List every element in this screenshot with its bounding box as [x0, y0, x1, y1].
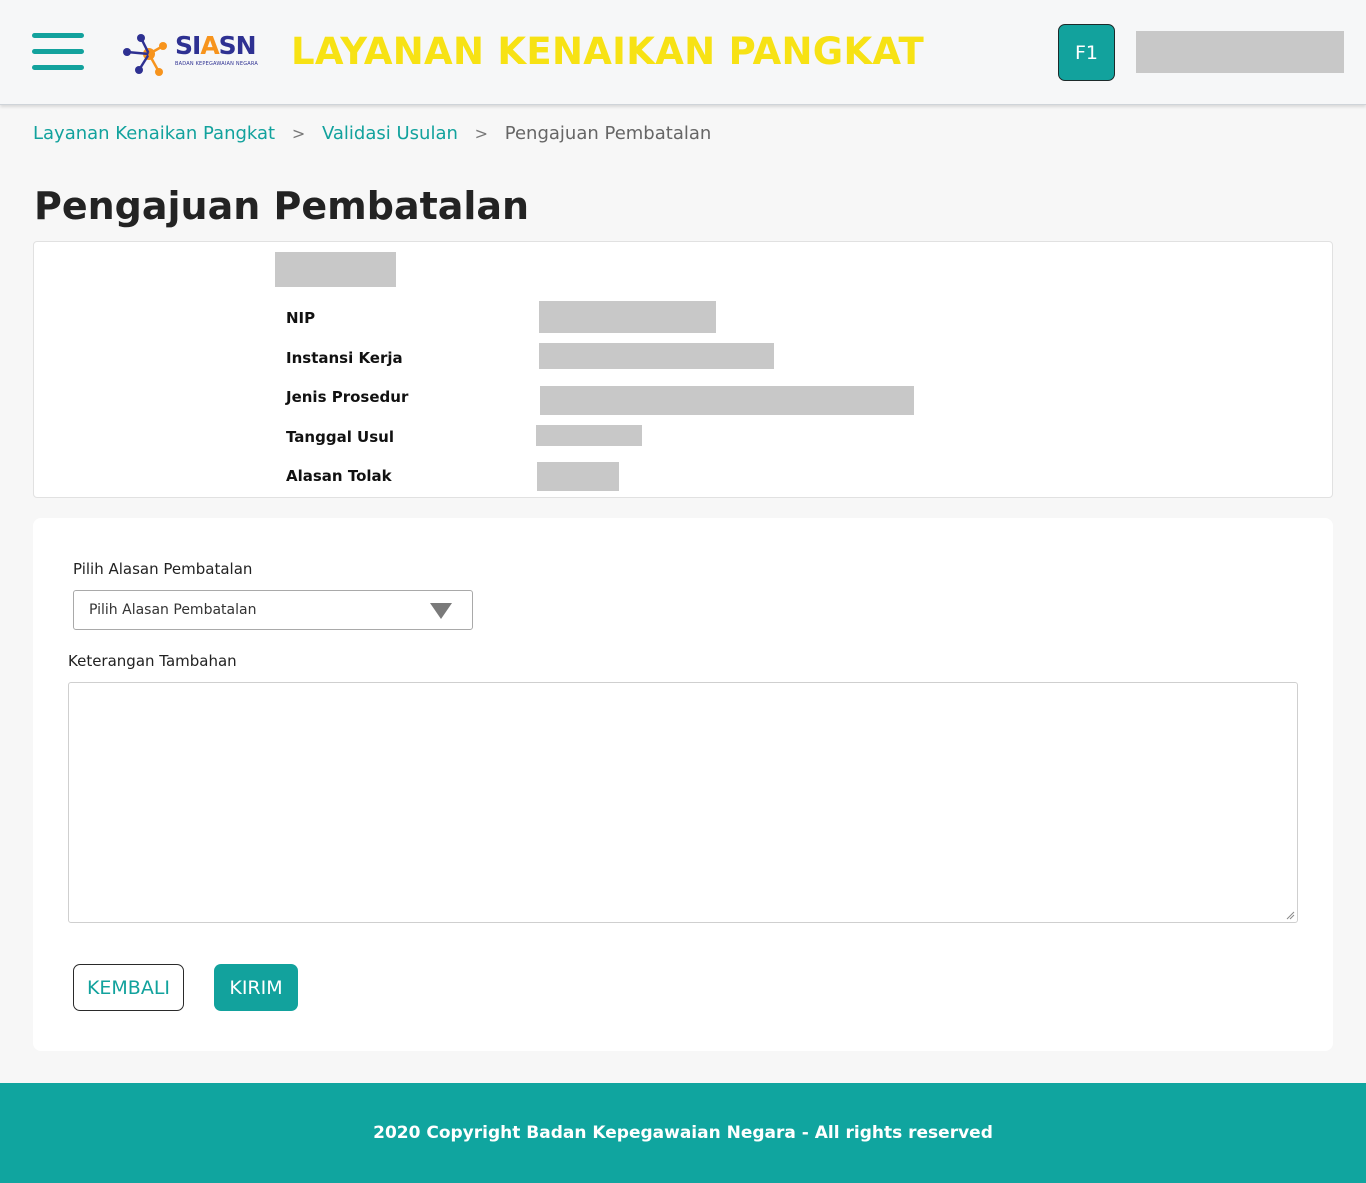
cancellation-form-card: Pilih Alasan Pembatalan Pilih Alasan Pem…: [33, 518, 1333, 1051]
user-avatar[interactable]: F1: [1058, 24, 1115, 81]
notes-label: Keterangan Tambahan: [68, 652, 237, 670]
breadcrumb-item-current: Pengajuan Pembatalan: [504, 123, 712, 144]
logo-subtitle: BADAN KEPEGAWAIAN NEGARA: [175, 61, 258, 67]
label-nip: NIP: [286, 309, 316, 327]
breadcrumb-separator: >: [291, 124, 306, 143]
label-instansi-kerja: Instansi Kerja: [286, 349, 403, 367]
applicant-info-card: NIP Instansi Kerja Jenis Prosedur Tangga…: [33, 241, 1333, 498]
page-title: Pengajuan Pembatalan: [34, 184, 530, 228]
logo-wordmark: SIASN: [175, 31, 257, 60]
send-button[interactable]: KIRIM: [214, 964, 298, 1011]
siasn-logo[interactable]: SIASN BADAN KEPEGAWAIAN NEGARA: [119, 26, 274, 80]
value-alasan-tolak-redacted: [537, 462, 619, 491]
value-tanggal-usul-redacted: [536, 425, 642, 446]
reason-select[interactable]: Pilih Alasan Pembatalan: [73, 590, 473, 630]
app-title: LAYANAN KENAIKAN PANGKAT: [291, 30, 925, 73]
footer: 2020 Copyright Badan Kepegawaian Negara …: [0, 1083, 1366, 1183]
breadcrumb: Layanan Kenaikan Pangkat > Validasi Usul…: [33, 123, 711, 144]
breadcrumb-separator: >: [474, 124, 489, 143]
breadcrumb-item-validasi[interactable]: Validasi Usulan: [322, 123, 458, 144]
breadcrumb-item-layanan[interactable]: Layanan Kenaikan Pangkat: [33, 123, 275, 144]
app-header: SIASN BADAN KEPEGAWAIAN NEGARA LAYANAN K…: [0, 0, 1366, 105]
logo-mark-icon: [123, 34, 167, 76]
hamburger-icon[interactable]: [32, 33, 84, 73]
footer-copyright: 2020 Copyright Badan Kepegawaian Negara …: [373, 1123, 993, 1143]
notes-textarea[interactable]: [68, 682, 1298, 923]
value-instansi-redacted: [539, 343, 774, 369]
dropdown-arrow-icon: [430, 603, 452, 619]
value-jenis-prosedur-redacted: [540, 386, 914, 415]
label-jenis-prosedur: Jenis Prosedur: [286, 388, 409, 406]
label-tanggal-usul: Tanggal Usul: [286, 428, 394, 446]
resize-grip-icon[interactable]: [1286, 911, 1295, 920]
back-button[interactable]: KEMBALI: [73, 964, 184, 1011]
user-name-redacted[interactable]: [1136, 31, 1344, 73]
applicant-name-redacted: [275, 252, 396, 287]
label-alasan-tolak: Alasan Tolak: [286, 467, 392, 485]
reason-select-value: Pilih Alasan Pembatalan: [89, 602, 257, 618]
reason-label: Pilih Alasan Pembatalan: [73, 560, 253, 578]
value-nip-redacted: [539, 301, 716, 333]
